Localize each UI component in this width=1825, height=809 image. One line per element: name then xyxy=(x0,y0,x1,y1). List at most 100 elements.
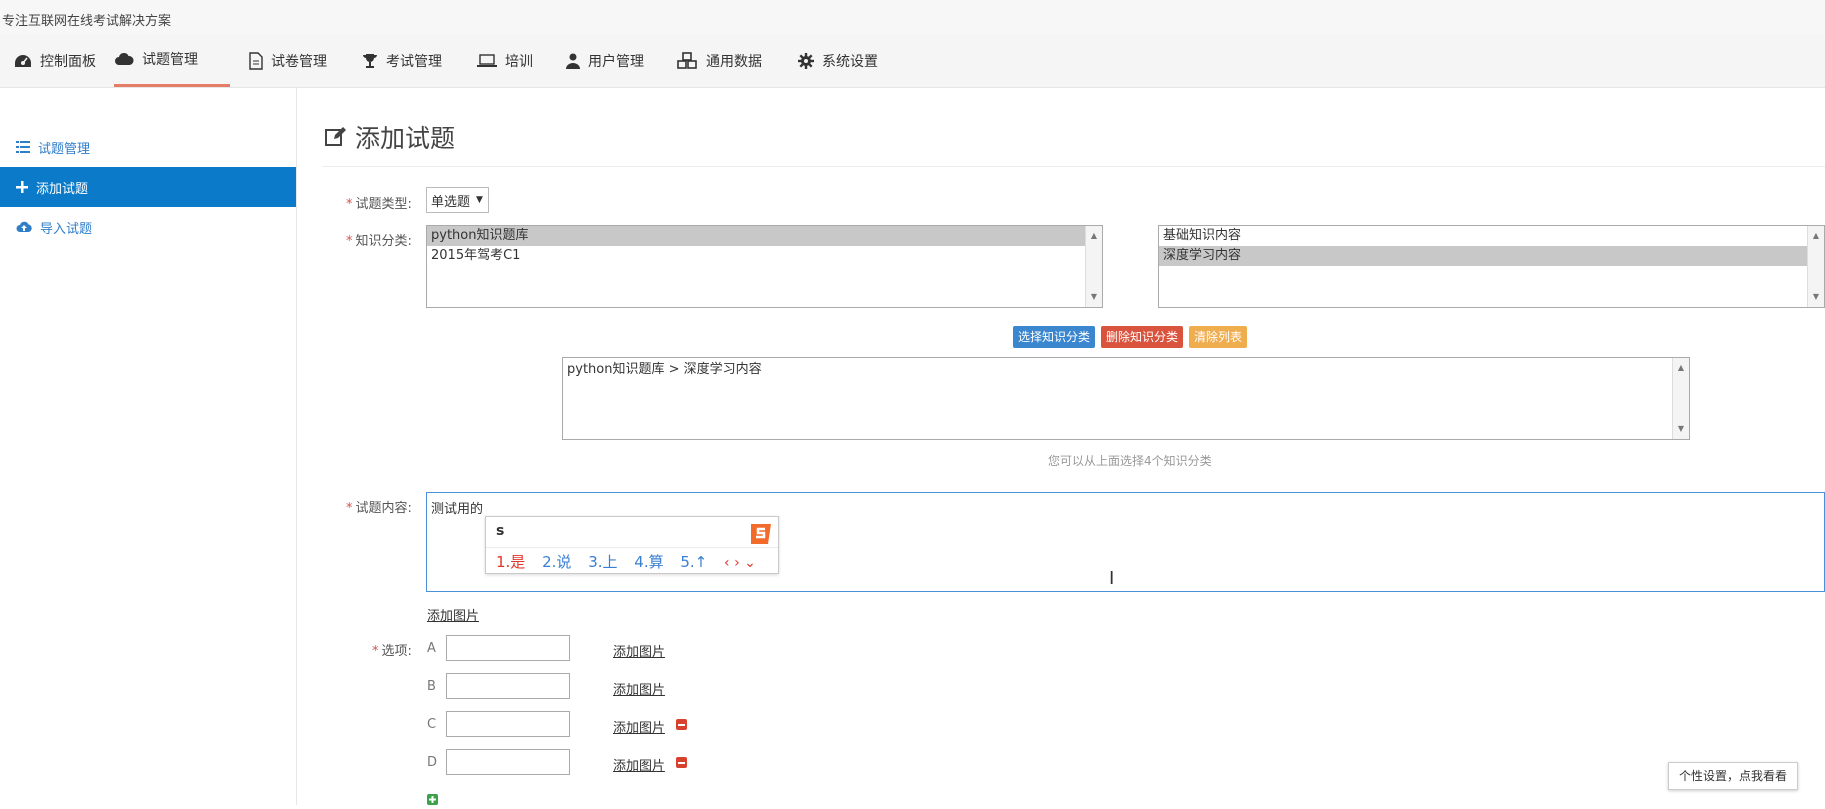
question-type-value: 单选题 xyxy=(431,194,471,210)
sidebar-item-label: 导入试题 xyxy=(40,221,93,237)
nav-label: 考试管理 xyxy=(386,53,442,70)
category-list-right[interactable]: 基础知识内容 深度学习内容 ▲ ▼ xyxy=(1158,225,1825,308)
nav-label: 控制面板 xyxy=(40,53,96,70)
sidebar: 试题管理 添加试题 导入试题 xyxy=(0,88,297,805)
scroll-up-icon[interactable]: ▲ xyxy=(1673,360,1689,376)
scrollbar[interactable]: ▲ ▼ xyxy=(1807,226,1824,307)
site-tagline: 专注互联网在线考试解决方案 xyxy=(2,14,172,29)
text-cursor-icon: I xyxy=(1109,568,1115,589)
ime-input: s xyxy=(496,523,505,539)
nav-label: 试卷管理 xyxy=(271,53,327,70)
sidebar-item-add-question[interactable]: 添加试题 xyxy=(0,167,296,207)
cloud-icon xyxy=(115,52,134,65)
required-mark: * xyxy=(346,234,353,249)
nav-label: 通用数据 xyxy=(706,53,762,70)
option-d-remove-icon[interactable] xyxy=(676,757,687,768)
list-icon xyxy=(16,141,30,153)
plus-icon xyxy=(16,181,28,193)
required-mark: * xyxy=(372,644,379,659)
option-c-remove-icon[interactable] xyxy=(676,719,687,730)
list-item[interactable]: python知识题库 xyxy=(427,226,1086,246)
question-type-label: * 试题类型: xyxy=(346,193,412,212)
user-icon xyxy=(566,53,580,69)
option-d-add-image-link[interactable]: 添加图片 xyxy=(613,755,665,774)
option-letter: B xyxy=(427,679,436,694)
chevron-down-icon: ▼ xyxy=(476,195,483,205)
scroll-down-icon[interactable]: ▼ xyxy=(1808,289,1824,305)
select-category-button[interactable]: 选择知识分类 xyxy=(1013,326,1096,348)
nav-item-dashboard[interactable]: 控制面板 xyxy=(14,34,96,87)
option-letter: C xyxy=(427,717,437,732)
option-a-add-image-link[interactable]: 添加图片 xyxy=(613,641,665,660)
list-item[interactable]: python知识题库 > 深度学习内容 xyxy=(563,358,1689,380)
ime-divider xyxy=(486,547,778,548)
cubes-icon xyxy=(677,51,697,69)
ime-candidate[interactable]: 5.↑ xyxy=(680,553,707,571)
option-b-add-image-link[interactable]: 添加图片 xyxy=(613,679,665,698)
ime-candidate[interactable]: 4.算 xyxy=(634,553,663,571)
question-type-select[interactable]: 单选题 ▼ xyxy=(426,187,489,213)
required-mark: * xyxy=(346,197,353,212)
question-type-label-text: 试题类型: xyxy=(355,197,412,212)
nav-item-training[interactable]: 培训 xyxy=(477,34,533,87)
list-item[interactable]: 基础知识内容 xyxy=(1159,226,1824,246)
add-image-link[interactable]: 添加图片 xyxy=(427,605,479,624)
scroll-down-icon[interactable]: ▼ xyxy=(1086,289,1102,305)
sidebar-item-label: 添加试题 xyxy=(36,181,89,197)
content-label: * 试题内容: xyxy=(346,497,412,516)
title-divider xyxy=(322,166,1825,167)
main-nav: 控制面板 试题管理 试卷管理 考试管理 培训 用户管理 通用数据 系统设置 xyxy=(0,34,1825,88)
selected-categories-list[interactable]: python知识题库 > 深度学习内容 ▲ ▼ xyxy=(562,357,1690,440)
scroll-up-icon[interactable]: ▲ xyxy=(1086,228,1102,244)
nav-label: 试题管理 xyxy=(142,52,198,68)
ime-candidates: 1.是 2.说 3.上 4.算 5.↑ ‹ › ⌄ xyxy=(496,551,768,572)
category-label: * 知识分类: xyxy=(346,230,412,249)
category-label-text: 知识分类: xyxy=(355,234,412,249)
trophy-icon xyxy=(363,53,377,68)
option-c-add-image-link[interactable]: 添加图片 xyxy=(613,717,665,736)
nav-label: 培训 xyxy=(505,53,533,70)
nav-item-exams[interactable]: 考试管理 xyxy=(362,34,442,87)
ime-settings-tooltip[interactable]: 个性设置，点我看看 xyxy=(1668,762,1798,790)
ime-candidate-window[interactable]: s 1.是 2.说 3.上 4.算 5.↑ ‹ › ⌄ xyxy=(485,516,779,574)
question-content-value: 测试用的 xyxy=(431,502,484,517)
option-b-input[interactable] xyxy=(446,673,570,699)
add-option-icon[interactable] xyxy=(427,794,438,805)
cloud-upload-icon xyxy=(16,221,32,232)
dashboard-icon xyxy=(15,54,31,67)
options-label-text: 选项: xyxy=(381,644,412,659)
option-letter: A xyxy=(427,641,436,656)
laptop-icon xyxy=(477,53,497,67)
top-bar: 专注互联网在线考试解决方案 xyxy=(0,0,1825,35)
scrollbar[interactable]: ▲ ▼ xyxy=(1672,358,1689,439)
ime-page-nav[interactable]: ‹ › ⌄ xyxy=(724,555,756,571)
ime-candidate[interactable]: 2.说 xyxy=(542,553,571,571)
option-a-input[interactable] xyxy=(446,635,570,661)
required-mark: * xyxy=(346,501,353,516)
page-title: 添加试题 xyxy=(325,119,455,155)
delete-category-button[interactable]: 删除知识分类 xyxy=(1101,326,1184,348)
scroll-down-icon[interactable]: ▼ xyxy=(1673,421,1689,437)
list-item[interactable]: 深度学习内容 xyxy=(1159,246,1808,266)
nav-item-settings[interactable]: 系统设置 xyxy=(798,34,878,87)
sidebar-item-import-question[interactable]: 导入试题 xyxy=(0,207,296,247)
nav-item-users[interactable]: 用户管理 xyxy=(566,34,644,87)
list-item[interactable]: 2015年驾考C1 xyxy=(427,246,1102,266)
option-d-input[interactable] xyxy=(446,749,570,775)
sidebar-item-question-manage[interactable]: 试题管理 xyxy=(0,127,296,167)
gear-icon xyxy=(798,52,814,69)
clear-list-button[interactable]: 清除列表 xyxy=(1189,326,1248,348)
option-c-input[interactable] xyxy=(446,711,570,737)
plus-icon xyxy=(429,796,436,803)
nav-item-papers[interactable]: 试卷管理 xyxy=(249,34,327,87)
category-list-left[interactable]: python知识题库 2015年驾考C1 ▲ ▼ xyxy=(426,225,1103,308)
nav-item-questions[interactable]: 试题管理 xyxy=(114,34,230,87)
sidebar-item-label: 试题管理 xyxy=(38,141,91,157)
options-label: * 选项: xyxy=(372,640,412,659)
ime-candidate[interactable]: 3.上 xyxy=(588,553,617,571)
option-letter: D xyxy=(427,755,438,770)
scroll-up-icon[interactable]: ▲ xyxy=(1808,228,1824,244)
scrollbar[interactable]: ▲ ▼ xyxy=(1085,226,1102,307)
ime-candidate[interactable]: 1.是 xyxy=(496,553,525,571)
nav-item-common-data[interactable]: 通用数据 xyxy=(676,34,762,87)
